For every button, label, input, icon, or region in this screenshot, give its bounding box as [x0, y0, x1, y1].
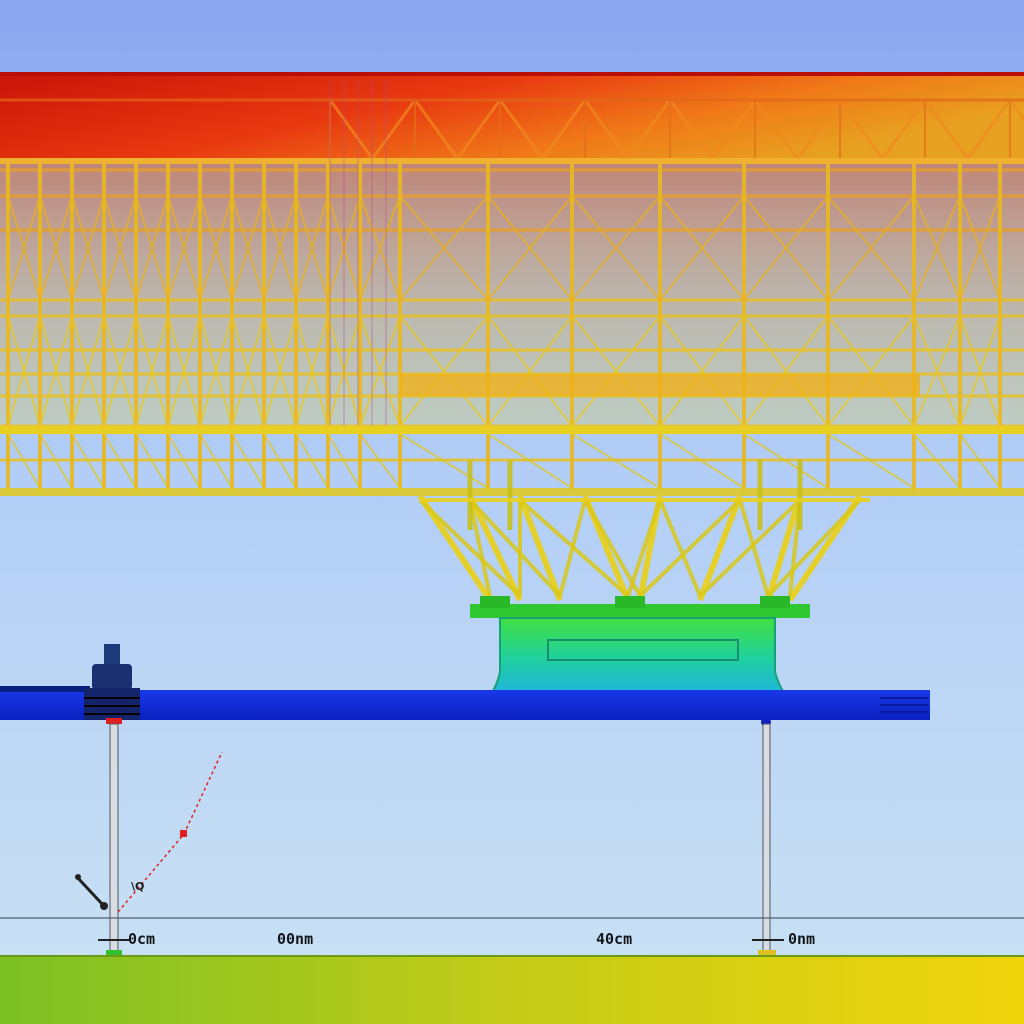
upper-deck	[0, 72, 1024, 164]
pier-base	[470, 596, 810, 701]
dimension-label-span-a: 00nm	[277, 930, 314, 948]
ground	[0, 956, 1024, 1024]
load-annotation-label: \Q	[131, 880, 145, 893]
dimension-label-right-support: 0nm	[788, 930, 816, 948]
bridge-stress-diagram	[0, 0, 1024, 1024]
dimension-label-span-b: 40cm	[596, 930, 633, 948]
dimension-label-left-support: 0cm	[128, 930, 156, 948]
